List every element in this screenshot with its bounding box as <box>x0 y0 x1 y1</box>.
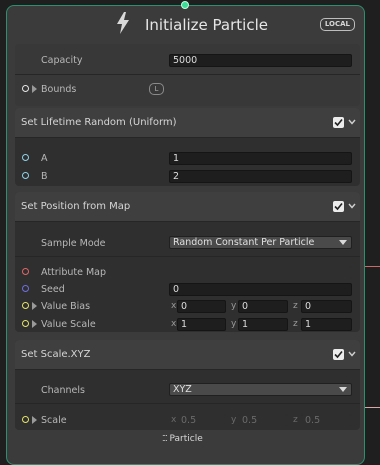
sample-mode-dropdown[interactable]: Random Constant Per Particle <box>169 236 352 249</box>
a-field[interactable]: 1 <box>169 152 352 165</box>
chevron-down-icon[interactable] <box>347 117 357 127</box>
scale-y-field[interactable]: 0.5 <box>238 414 288 427</box>
x-axis-label: x <box>171 319 177 329</box>
x-axis-label: x <box>171 301 177 311</box>
bounds-port[interactable] <box>22 85 29 92</box>
checkmark-icon <box>334 118 343 127</box>
expand-arrow-icon[interactable] <box>32 320 37 328</box>
b-field[interactable]: 2 <box>169 170 352 183</box>
flow-input-port[interactable] <box>181 1 189 9</box>
a-port[interactable] <box>22 154 29 161</box>
expand-arrow-icon[interactable] <box>32 416 37 424</box>
sample-mode-value: Random Constant Per Particle <box>173 237 315 248</box>
attribute-map-label: Attribute Map <box>41 267 107 278</box>
node-title: Initialize Particle <box>145 16 268 34</box>
y-axis-label: y <box>231 319 237 329</box>
z-axis-label: z <box>293 415 298 425</box>
seed-port[interactable] <box>22 285 29 292</box>
initialize-particle-node[interactable]: Initialize Particle LOCAL Capacity 5000 … <box>6 5 365 465</box>
value-bias-port[interactable] <box>22 302 29 309</box>
value-scale-port[interactable] <box>22 320 29 327</box>
chevron-down-icon[interactable] <box>347 349 357 359</box>
seed-field[interactable]: 0 <box>169 283 352 296</box>
local-badge[interactable]: LOCAL <box>319 18 355 31</box>
node-header[interactable]: Initialize Particle LOCAL <box>7 6 364 42</box>
value-bias-y-field[interactable]: 0 <box>238 300 288 313</box>
value-bias-x-field[interactable]: 0 <box>177 300 226 313</box>
a-label: A <box>41 153 48 164</box>
chevron-down-icon[interactable] <box>347 201 357 211</box>
sample-mode-label: Sample Mode <box>41 238 106 249</box>
dropdown-arrow-icon <box>339 387 347 392</box>
capacity-field[interactable]: 5000 <box>169 54 352 67</box>
block-header[interactable]: Set Scale.XYZ <box>15 340 360 370</box>
attribute-map-port[interactable] <box>22 268 29 275</box>
capacity-label: Capacity <box>41 55 83 66</box>
particle-output-label: ⁚⁚⁚ Particle <box>162 434 203 444</box>
attribute-map-field <box>169 266 352 279</box>
settings-block: Capacity 5000 Bounds L <box>15 44 360 106</box>
lightning-icon <box>117 12 129 34</box>
channels-value: XYZ <box>173 384 192 395</box>
scale-z-field[interactable]: 0.5 <box>301 414 352 427</box>
divider <box>15 256 360 257</box>
value-bias-z-field[interactable]: 0 <box>301 300 352 313</box>
enable-checkbox[interactable] <box>333 201 344 212</box>
divider <box>15 74 360 75</box>
value-scale-x-field[interactable]: 1 <box>177 318 226 331</box>
scale-x-field[interactable]: 0.5 <box>177 414 226 427</box>
y-axis-label: y <box>231 301 237 311</box>
particle-label: Particle <box>169 434 203 444</box>
enable-checkbox[interactable] <box>333 349 344 360</box>
block-title: Set Scale.XYZ <box>21 349 91 360</box>
z-axis-label: z <box>293 301 298 311</box>
b-label: B <box>41 171 48 182</box>
bounds-label: Bounds <box>41 84 77 95</box>
seed-label: Seed <box>41 284 65 295</box>
enable-checkbox[interactable] <box>333 117 344 128</box>
set-position-block: Set Position from Map Sample Mode Random… <box>15 192 360 332</box>
set-lifetime-block: Set Lifetime Random (Uniform) A 1 B 2 <box>15 108 360 186</box>
z-axis-label: z <box>293 319 298 329</box>
value-scale-label: Value Scale <box>41 319 96 330</box>
bounds-space-badge[interactable]: L <box>149 83 164 95</box>
value-bias-label: Value Bias <box>41 301 91 312</box>
block-title: Set Position from Map <box>21 201 131 212</box>
block-header[interactable]: Set Lifetime Random (Uniform) <box>15 108 360 138</box>
expand-arrow-icon[interactable] <box>32 302 37 310</box>
scale-port[interactable] <box>22 416 29 423</box>
dropdown-arrow-icon <box>339 240 347 245</box>
channels-label: Channels <box>41 385 85 396</box>
checkmark-icon <box>334 350 343 359</box>
value-scale-z-field[interactable]: 1 <box>301 318 352 331</box>
block-title: Set Lifetime Random (Uniform) <box>21 117 177 128</box>
value-scale-y-field[interactable]: 1 <box>238 318 288 331</box>
x-axis-label: x <box>171 415 177 425</box>
y-axis-label: y <box>231 415 237 425</box>
divider <box>15 403 360 404</box>
expand-arrow-icon[interactable] <box>32 85 37 93</box>
channels-dropdown[interactable]: XYZ <box>169 383 352 396</box>
block-header[interactable]: Set Position from Map <box>15 192 360 222</box>
scale-label: Scale <box>41 415 67 426</box>
set-scale-block: Set Scale.XYZ Channels XYZ Scale x 0.5 y… <box>15 340 360 430</box>
b-port[interactable] <box>22 172 29 179</box>
checkmark-icon <box>334 202 343 211</box>
